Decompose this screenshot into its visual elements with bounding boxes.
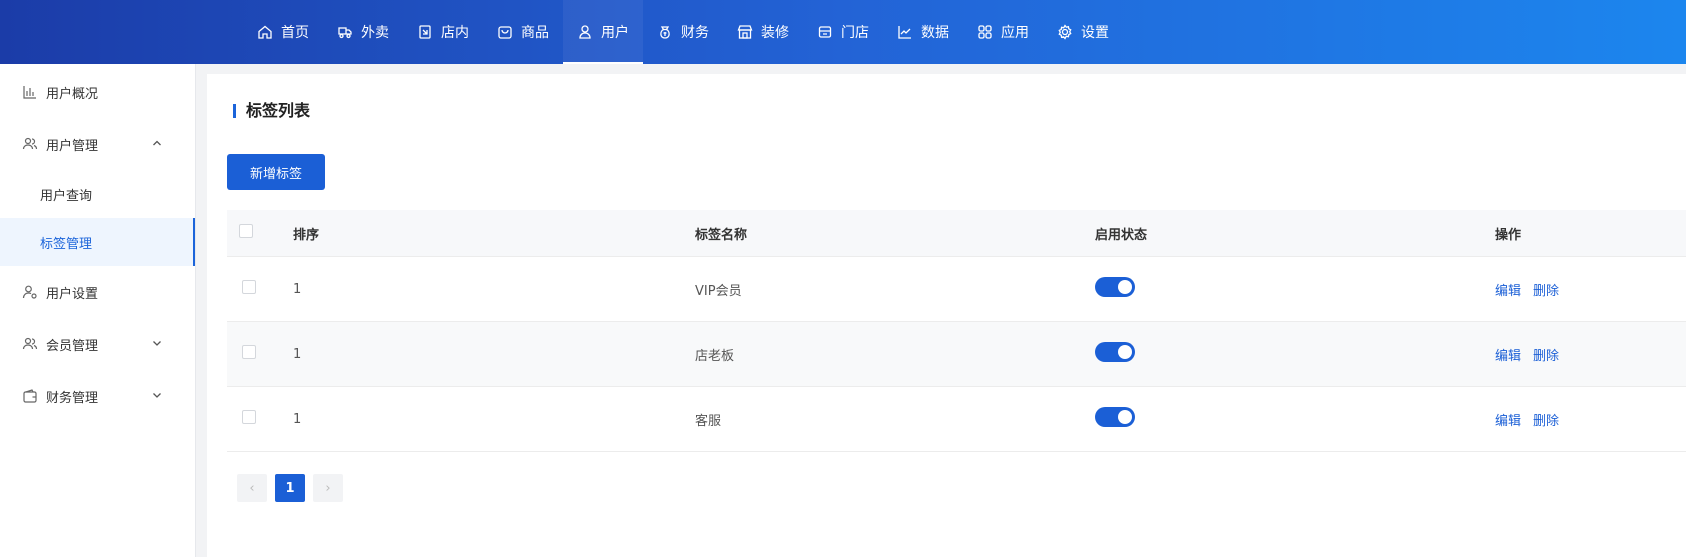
- nav-label: 用户: [601, 25, 629, 41]
- row-checkbox[interactable]: [242, 345, 256, 359]
- chevron-down-icon: [151, 337, 163, 349]
- apps-icon: [977, 24, 993, 40]
- sidebar-item-member-management[interactable]: 会员管理: [0, 318, 195, 370]
- delivery-icon: [337, 24, 353, 40]
- sidebar-item-label: 用户设置: [46, 286, 99, 302]
- nav-item-delivery[interactable]: 外卖: [323, 0, 403, 64]
- edit-link[interactable]: 编辑: [1495, 345, 1521, 364]
- wallet-icon: [22, 388, 38, 404]
- cell-sort: 1: [293, 411, 302, 427]
- goods-icon: [497, 24, 513, 40]
- current-page-button[interactable]: 1: [275, 474, 305, 502]
- nav-label: 首页: [281, 25, 309, 41]
- dine-in-icon: [417, 24, 433, 40]
- shop-icon: [817, 24, 833, 40]
- user-icon: [577, 24, 593, 40]
- cell-tag-name: VIP会员: [695, 283, 742, 299]
- nav-label: 应用: [1001, 25, 1029, 41]
- nav-label: 装修: [761, 25, 789, 41]
- delete-link[interactable]: 删除: [1533, 280, 1559, 299]
- top-navigation-bar: 首页 外卖 店内 商品 用户 财务 装修 门店 数据 应用 设置: [0, 0, 1686, 64]
- sidebar-item-label: 用户管理: [46, 138, 99, 154]
- delete-link[interactable]: 删除: [1533, 410, 1559, 429]
- user-settings-icon: [22, 284, 38, 300]
- nav-item-finance[interactable]: 财务: [643, 0, 723, 64]
- store-decor-icon: [737, 24, 753, 40]
- prev-page-button[interactable]: ‹: [237, 474, 267, 502]
- delete-link[interactable]: 删除: [1533, 345, 1559, 364]
- column-header-sort: 排序: [293, 227, 320, 243]
- money-bag-icon: [657, 24, 673, 40]
- sidebar-item-label: 用户概况: [46, 86, 99, 102]
- home-icon: [257, 24, 273, 40]
- nav-item-dine-in[interactable]: 店内: [403, 0, 483, 64]
- enabled-toggle[interactable]: [1095, 277, 1135, 297]
- sidebar-item-label: 用户查询: [40, 188, 93, 204]
- nav-label: 门店: [841, 25, 869, 41]
- sidebar-subitem-user-query[interactable]: 用户查询: [0, 170, 195, 218]
- row-checkbox[interactable]: [242, 410, 256, 424]
- nav-item-settings[interactable]: 设置: [1043, 0, 1123, 64]
- cell-sort: 1: [293, 281, 302, 297]
- cell-sort: 1: [293, 346, 302, 362]
- nav-item-apps[interactable]: 应用: [963, 0, 1043, 64]
- nav-label: 外卖: [361, 25, 389, 41]
- sidebar-item-label: 标签管理: [40, 236, 93, 252]
- gear-icon: [1057, 24, 1073, 40]
- column-header-actions: 操作: [1495, 227, 1522, 243]
- column-header-status: 启用状态: [1095, 227, 1148, 243]
- main-nav: 首页 外卖 店内 商品 用户 财务 装修 门店 数据 应用 设置: [243, 0, 1123, 64]
- next-page-button[interactable]: ›: [313, 474, 343, 502]
- users-icon: [22, 136, 38, 152]
- row-checkbox[interactable]: [242, 280, 256, 294]
- table-row: 1 客服 编辑 删除: [227, 387, 1686, 452]
- nav-label: 设置: [1081, 25, 1109, 41]
- sidebar-item-label: 会员管理: [46, 338, 99, 354]
- members-icon: [22, 336, 38, 352]
- bar-chart-icon: [22, 84, 38, 100]
- sidebar-item-user-management[interactable]: 用户管理: [0, 118, 195, 170]
- edit-link[interactable]: 编辑: [1495, 280, 1521, 299]
- select-all-checkbox[interactable]: [239, 224, 253, 238]
- enabled-toggle[interactable]: [1095, 342, 1135, 362]
- sidebar-subitem-tag-management[interactable]: 标签管理: [0, 218, 195, 266]
- nav-item-decoration[interactable]: 装修: [723, 0, 803, 64]
- cell-tag-name: 店老板: [695, 348, 735, 364]
- nav-item-store[interactable]: 门店: [803, 0, 883, 64]
- cell-tag-name: 客服: [695, 413, 722, 429]
- table-row: 1 VIP会员 编辑 删除: [227, 257, 1686, 322]
- nav-label: 财务: [681, 25, 709, 41]
- table-header: 排序 标签名称 启用状态 操作: [227, 210, 1686, 257]
- chevron-down-icon: [151, 389, 163, 401]
- pagination: ‹ 1 ›: [237, 474, 343, 502]
- sidebar: 用户概况 用户管理 用户查询 标签管理 用户设置 会员管理 财务管理: [0, 64, 196, 557]
- nav-item-data[interactable]: 数据: [883, 0, 963, 64]
- nav-item-goods[interactable]: 商品: [483, 0, 563, 64]
- add-tag-button[interactable]: 新增标签: [227, 154, 325, 190]
- nav-label: 数据: [921, 25, 949, 41]
- chevron-up-icon: [151, 137, 163, 149]
- chart-icon: [897, 24, 913, 40]
- sidebar-item-label: 财务管理: [46, 390, 99, 406]
- enabled-toggle[interactable]: [1095, 407, 1135, 427]
- sidebar-item-user-overview[interactable]: 用户概况: [0, 66, 195, 118]
- sidebar-item-finance-management[interactable]: 财务管理: [0, 370, 195, 422]
- tag-table: 排序 标签名称 启用状态 操作 1 VIP会员 编辑 删除 1 店老板 编辑 删…: [227, 210, 1686, 452]
- nav-label: 店内: [441, 25, 469, 41]
- nav-item-home[interactable]: 首页: [243, 0, 323, 64]
- page-title: 标签列表: [233, 103, 310, 119]
- table-row: 1 店老板 编辑 删除: [227, 322, 1686, 387]
- main-content: 标签列表 新增标签 排序 标签名称 启用状态 操作 1 VIP会员 编辑 删除 …: [207, 74, 1686, 557]
- sidebar-item-user-settings[interactable]: 用户设置: [0, 266, 195, 318]
- nav-label: 商品: [521, 25, 549, 41]
- column-header-name: 标签名称: [695, 227, 748, 243]
- edit-link[interactable]: 编辑: [1495, 410, 1521, 429]
- nav-item-user[interactable]: 用户: [563, 0, 643, 64]
